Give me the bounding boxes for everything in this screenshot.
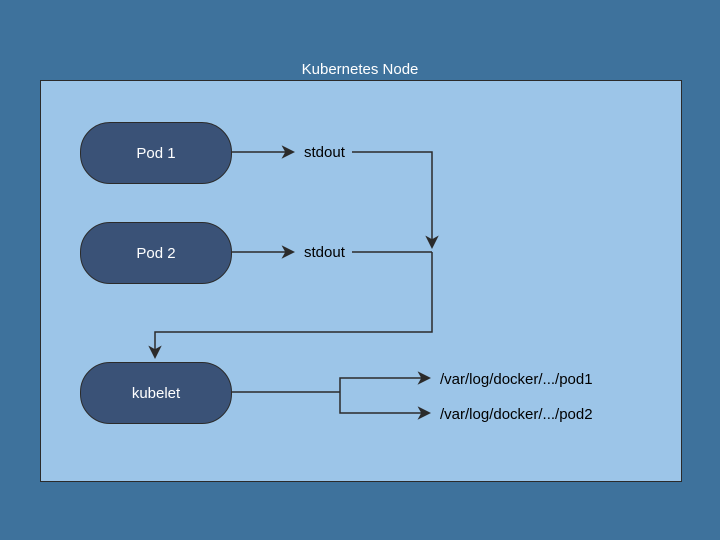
pod2-node: Pod 2	[80, 222, 232, 284]
log-path-pod2: /var/log/docker/.../pod2	[440, 406, 593, 423]
pod1-label: Pod 1	[136, 145, 175, 162]
log-path-pod1: /var/log/docker/.../pod1	[440, 371, 593, 388]
pod2-stdout-label: stdout	[304, 244, 345, 261]
node-title: Kubernetes Node	[0, 61, 720, 78]
kubelet-label: kubelet	[132, 385, 180, 402]
pod1-stdout-label: stdout	[304, 144, 345, 161]
pod1-node: Pod 1	[80, 122, 232, 184]
pod2-label: Pod 2	[136, 245, 175, 262]
kubelet-node: kubelet	[80, 362, 232, 424]
diagram-canvas: Kubernetes Node Pod 1 Pod 2 kubelet stdo…	[0, 0, 720, 540]
